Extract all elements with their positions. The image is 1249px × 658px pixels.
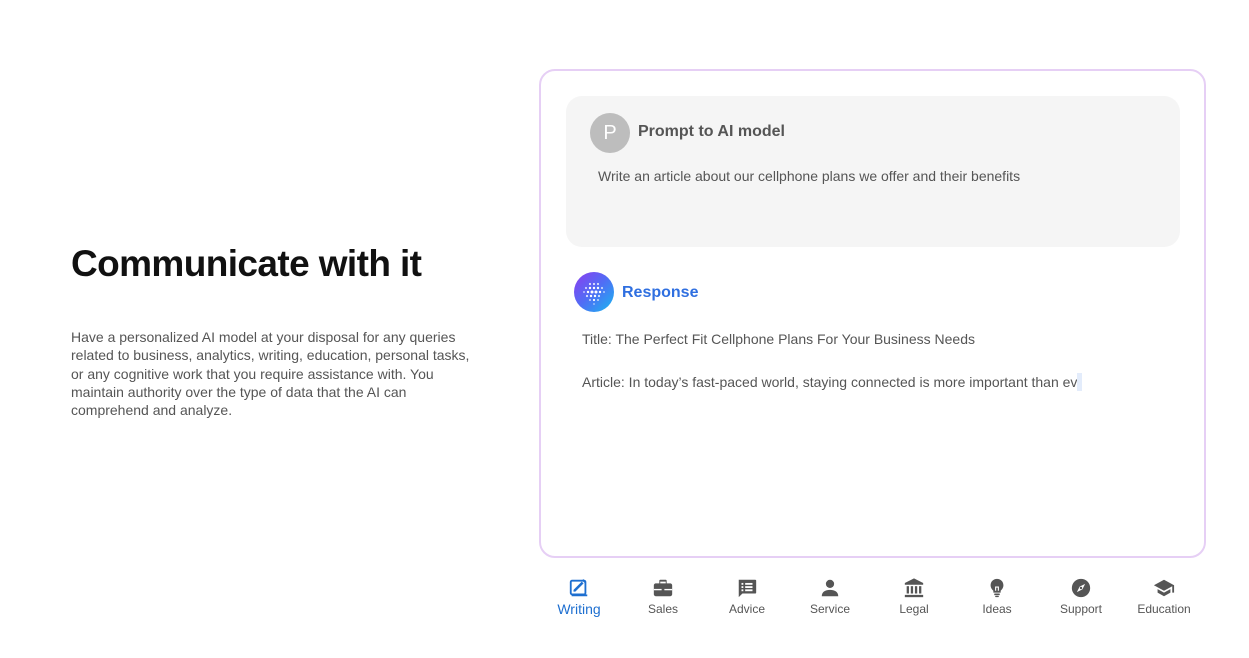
tab-writing[interactable]: Writing xyxy=(537,575,621,617)
category-tabs: Writing Sales Advice Service Legal Ideas… xyxy=(538,575,1206,623)
tab-ideas[interactable]: Ideas xyxy=(955,575,1039,616)
response-title-line: Title: The Perfect Fit Cellphone Plans F… xyxy=(582,331,975,347)
page-description: Have a personalized AI model at your dis… xyxy=(71,329,470,419)
response-article-line: Article: In today’s fast-paced world, st… xyxy=(582,373,1083,391)
prompt-title: Prompt to AI model xyxy=(638,123,785,140)
prompt-box: P Prompt to AI model Write an article ab… xyxy=(566,96,1180,247)
briefcase-icon xyxy=(653,579,673,597)
tab-education[interactable]: Education xyxy=(1122,575,1206,616)
tab-ideas-label: Ideas xyxy=(982,602,1012,616)
user-avatar: P xyxy=(590,113,630,153)
response-article-text: Article: In today’s fast-paced world, st… xyxy=(582,374,1078,390)
lightbulb-icon xyxy=(990,578,1004,598)
tab-sales[interactable]: Sales xyxy=(621,575,705,616)
chat-list-icon xyxy=(738,579,757,598)
ai-avatar-icon xyxy=(574,272,614,312)
writing-icon xyxy=(569,579,588,597)
tab-writing-label: Writing xyxy=(557,601,601,617)
ai-logo-dots xyxy=(583,282,605,305)
tab-education-label: Education xyxy=(1137,602,1191,616)
tab-support-label: Support xyxy=(1059,602,1103,616)
tab-advice[interactable]: Advice xyxy=(705,575,789,616)
tab-support[interactable]: Support xyxy=(1039,575,1123,616)
person-icon xyxy=(821,579,839,597)
compass-icon xyxy=(1071,578,1091,598)
typing-cursor xyxy=(1077,373,1083,391)
tab-service-label: Service xyxy=(809,602,850,616)
tab-advice-label: Advice xyxy=(728,602,766,616)
page-headline: Communicate with it xyxy=(71,243,422,284)
response-title: Response xyxy=(622,284,699,301)
bank-icon xyxy=(904,578,924,598)
tab-legal-label: Legal xyxy=(899,602,929,616)
tab-sales-label: Sales xyxy=(647,602,679,616)
page: Communicate with it Have a personalized … xyxy=(0,0,1249,658)
prompt-text: Write an article about our cellphone pla… xyxy=(598,168,1021,184)
graduation-cap-icon xyxy=(1153,579,1175,597)
chat-demo-card: P Prompt to AI model Write an article ab… xyxy=(539,69,1206,558)
tab-legal[interactable]: Legal xyxy=(872,575,956,616)
tab-service[interactable]: Service xyxy=(788,575,872,616)
